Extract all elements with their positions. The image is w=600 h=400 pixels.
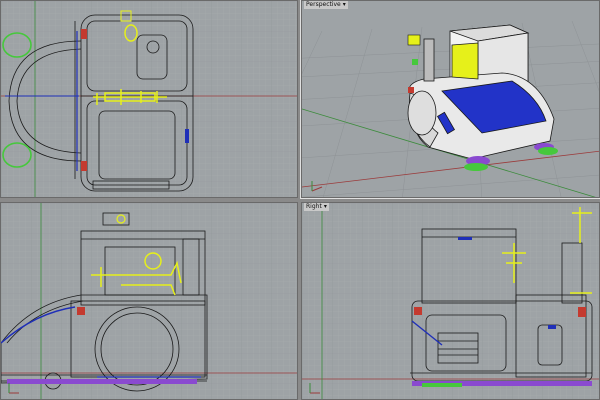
right-view-canvas bbox=[302, 203, 599, 399]
viewport-title[interactable]: Perspective ▾ bbox=[304, 1, 348, 9]
viewport-right[interactable]: Right ▾ bbox=[301, 202, 600, 400]
top-red-light bbox=[81, 29, 87, 39]
front-wheels-strip bbox=[7, 379, 197, 384]
viewport-title[interactable]: Right ▾ bbox=[304, 203, 329, 211]
chevron-down-icon[interactable]: ▾ bbox=[343, 1, 346, 8]
top-view-canvas bbox=[1, 1, 297, 197]
front-red-light bbox=[77, 307, 85, 315]
chevron-down-icon[interactable]: ▾ bbox=[324, 203, 327, 210]
right-red-light bbox=[578, 307, 586, 317]
viewport-title-text: Right bbox=[306, 203, 322, 210]
viewport-top[interactable] bbox=[0, 0, 298, 198]
rhino-viewports: Perspective ▾ Right ▾ bbox=[0, 0, 600, 400]
viewport-front[interactable] bbox=[0, 202, 298, 400]
viewport-perspective[interactable]: Perspective ▾ bbox=[300, 0, 600, 199]
perspective-canvas bbox=[302, 1, 599, 197]
front-view-canvas bbox=[1, 203, 297, 399]
viewport-title-text: Perspective bbox=[306, 1, 341, 8]
